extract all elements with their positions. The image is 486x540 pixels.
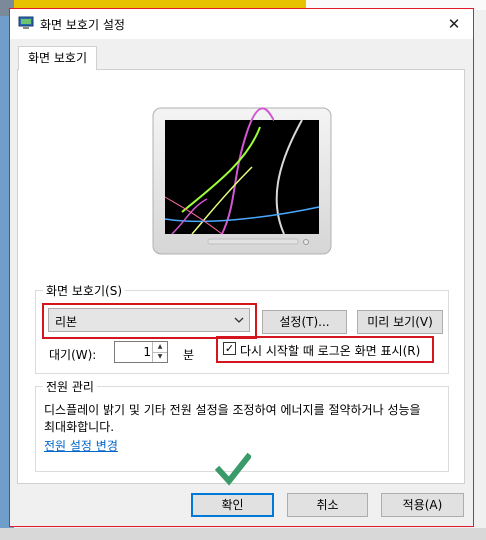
preview-button[interactable]: 미리 보기(V) [357,310,443,334]
settings-button[interactable]: 설정(T)... [262,310,347,334]
window-title: 화면 보호기 설정 [40,18,125,32]
taskbar-strip [0,528,486,540]
resume-logon-checkbox[interactable]: ✓ [223,342,236,355]
wait-minutes-stepper[interactable]: 1 ▲ ▼ [114,341,168,363]
chevron-down-icon [234,317,244,323]
screensaver-dropdown-value: 리본 [55,315,78,329]
screensaver-dropdown[interactable]: 리본 [48,308,250,332]
resume-logon-checkbox-label[interactable]: 다시 시작할 때 로그온 화면 표시(R) [240,342,420,359]
screensaver-settings-dialog: 화면 보호기 설정 ✕ 화면 보호기 화면 보호기(S) 리본 설정(T)...… [9,8,474,527]
checkmark-overlay-icon [215,452,251,486]
wait-minutes-value: 1 [143,345,151,359]
stepper-down-icon[interactable]: ▼ [152,352,167,362]
title-bar: 화면 보호기 설정 ✕ [10,9,473,39]
ok-button[interactable]: 확인 [191,493,274,517]
cancel-button[interactable]: 취소 [287,493,368,517]
tab-screensaver[interactable]: 화면 보호기 [18,46,97,70]
wait-unit-label: 분 [183,348,195,362]
screensaver-group-label: 화면 보호기(S) [43,282,125,299]
power-description: 디스플레이 밝기 및 기타 전원 설정을 조정하여 에너지를 절약하거나 성능을… [44,403,421,434]
change-power-settings-link[interactable]: 전원 설정 변경 [44,437,118,454]
apply-button[interactable]: 적용(A) [381,493,464,517]
display-settings-icon [18,16,34,29]
power-group-label: 전원 관리 [43,378,97,395]
wait-label: 대기(W): [49,348,97,362]
screensaver-preview-monitor [152,107,332,255]
close-button[interactable]: ✕ [443,13,465,35]
tab-panel: 화면 보호기(S) 리본 설정(T)... 미리 보기(V) 대기(W): 1 … [17,69,465,484]
